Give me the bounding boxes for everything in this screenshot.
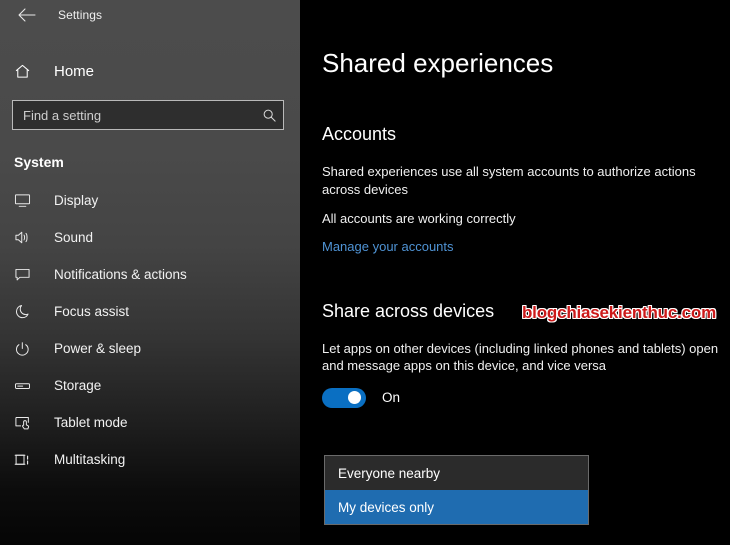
moon-icon — [14, 304, 40, 320]
sidebar-item-sound[interactable]: Sound — [0, 219, 300, 256]
accounts-heading: Accounts — [322, 124, 397, 144]
accounts-status: All accounts are working correctly — [322, 211, 516, 227]
sidebar-item-focus-assist-label: Focus assist — [54, 304, 130, 319]
home-icon — [14, 63, 40, 80]
share-across-devices-description: Let apps on other devices (including lin… — [322, 340, 719, 374]
drive-icon — [14, 379, 40, 393]
sidebar-item-multitasking[interactable]: Multitasking — [0, 441, 300, 478]
toggle-knob — [348, 391, 361, 405]
power-icon — [14, 341, 40, 357]
sidebar-item-multitasking-label: Multitasking — [54, 452, 126, 467]
notification-icon — [14, 267, 40, 282]
share-across-devices-toggle[interactable] — [322, 387, 366, 408]
window-title: Settings — [58, 8, 103, 22]
search-input[interactable] — [13, 106, 255, 124]
sidebar-item-power-sleep-label: Power & sleep — [54, 341, 142, 356]
sidebar-item-tablet-mode-label: Tablet mode — [54, 415, 128, 430]
settings-window: Settings Home System — [0, 0, 730, 545]
sidebar-item-display[interactable]: Display — [0, 182, 300, 219]
manage-accounts-link[interactable]: Manage your accounts — [322, 239, 454, 254]
share-across-devices-heading: Share across devices — [322, 300, 495, 321]
share-toggle-row: On — [322, 387, 730, 408]
dropdown-option-everyone-nearby[interactable]: Everyone nearby — [325, 456, 588, 490]
sidebar-section-title: System — [14, 154, 64, 170]
sidebar-item-focus-assist[interactable]: Focus assist — [0, 293, 300, 330]
sidebar-item-power-sleep[interactable]: Power & sleep — [0, 330, 300, 367]
sidebar-item-storage-label: Storage — [54, 378, 102, 393]
sidebar-titlebar: Settings — [0, 0, 300, 30]
sidebar: Settings Home System — [0, 0, 300, 545]
sidebar-item-notifications[interactable]: Notifications & actions — [0, 256, 300, 293]
search-icon[interactable] — [255, 108, 283, 123]
page-title: Shared experiences — [322, 48, 554, 78]
sidebar-nav-list: Display Sound Notifications & actions Fo… — [0, 182, 300, 478]
sidebar-item-tablet-mode[interactable]: Tablet mode — [0, 404, 300, 441]
speaker-icon — [14, 230, 40, 245]
sidebar-item-home[interactable]: Home — [0, 52, 300, 90]
sidebar-item-notifications-label: Notifications & actions — [54, 267, 187, 282]
search-box[interactable] — [12, 100, 284, 130]
monitor-icon — [14, 193, 40, 208]
sidebar-item-display-label: Display — [54, 193, 99, 208]
back-arrow-icon[interactable] — [14, 2, 40, 28]
accounts-description: Shared experiences use all system accoun… — [322, 164, 696, 197]
multitasking-icon — [14, 452, 40, 468]
sidebar-item-storage[interactable]: Storage — [0, 367, 300, 404]
sidebar-item-home-label: Home — [54, 62, 95, 80]
share-scope-dropdown[interactable]: Everyone nearby My devices only — [324, 455, 589, 525]
main-content: Shared experiences Accounts Shared exper… — [300, 0, 730, 545]
sidebar-item-sound-label: Sound — [54, 230, 94, 245]
share-toggle-state-label: On — [382, 390, 401, 406]
dropdown-option-my-devices-only[interactable]: My devices only — [325, 490, 588, 524]
tablet-icon — [14, 415, 40, 431]
